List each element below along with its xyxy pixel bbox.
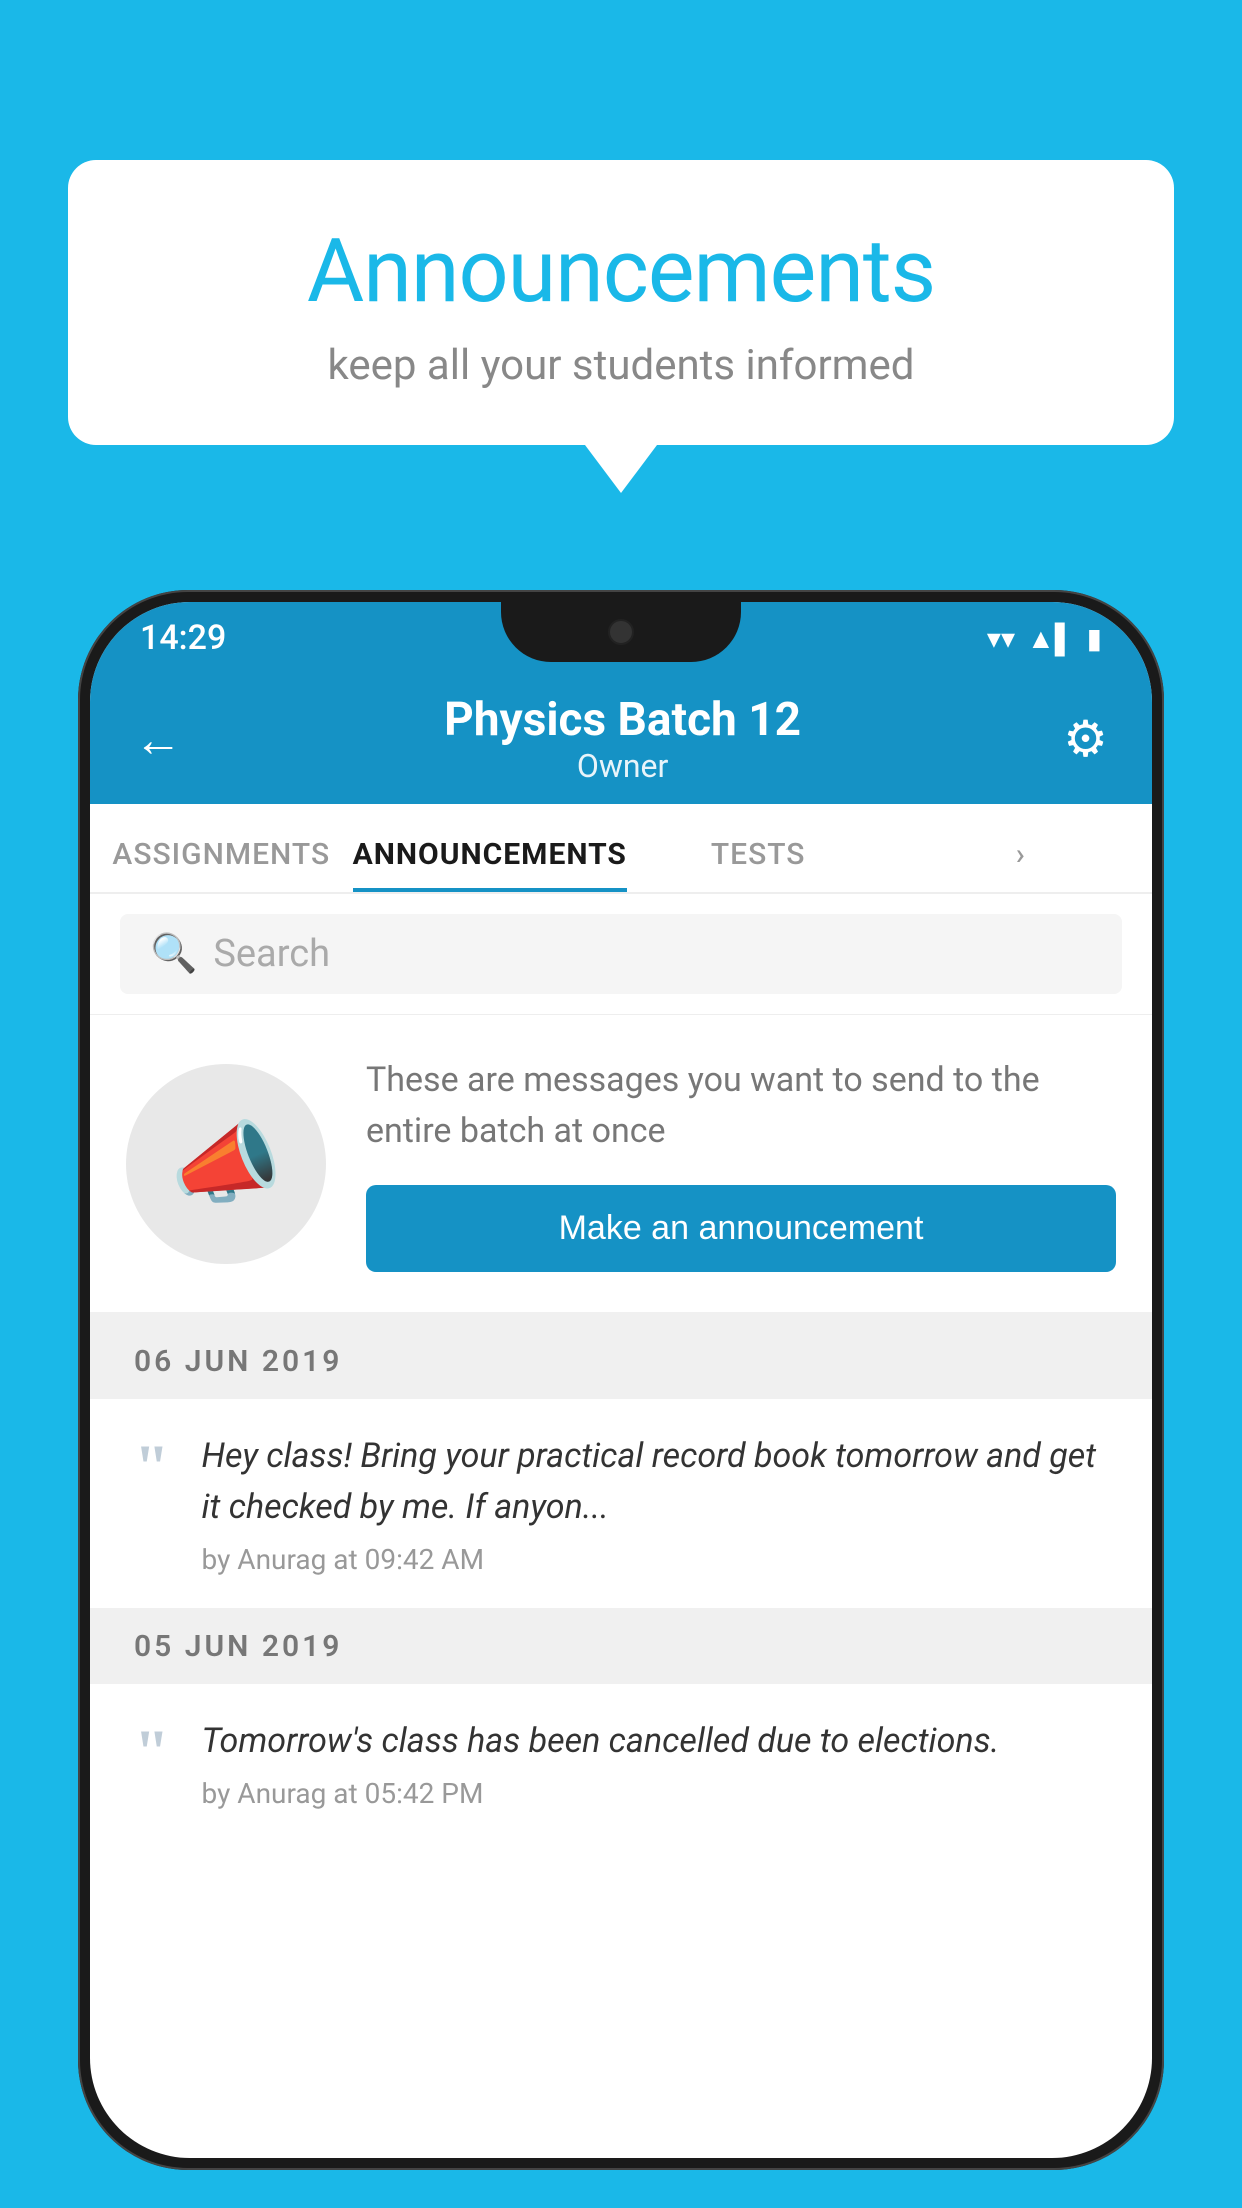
phone-screen: 14:29 ▾▾ ▲▌ ▮ ← Physics Batch 12 Owner ⚙	[90, 602, 1152, 2158]
search-placeholder: Search	[213, 932, 330, 976]
bubble-arrow	[585, 445, 657, 493]
prompt-content: These are messages you want to send to t…	[366, 1055, 1116, 1272]
announcement-content-1: Hey class! Bring your practical record b…	[202, 1431, 1108, 1576]
announcement-meta-1: by Anurag at 09:42 AM	[202, 1543, 1108, 1576]
announcement-content-2: Tomorrow's class has been cancelled due …	[202, 1716, 1108, 1810]
bubble-title: Announcements	[148, 220, 1094, 323]
front-camera	[608, 619, 634, 645]
search-bar[interactable]: 🔍 Search	[120, 914, 1122, 994]
announcement-meta-2: by Anurag at 05:42 PM	[202, 1777, 1108, 1810]
header-center: Physics Batch 12 Owner	[182, 693, 1063, 785]
quote-icon-1: "	[134, 1435, 170, 1499]
date-header-2: 05 JUN 2019	[90, 1609, 1152, 1684]
wifi-icon: ▾▾	[987, 622, 1015, 655]
user-role: Owner	[182, 747, 1063, 785]
announcement-text-1: Hey class! Bring your practical record b…	[202, 1431, 1108, 1533]
prompt-description: These are messages you want to send to t…	[366, 1055, 1116, 1157]
back-button[interactable]: ←	[134, 711, 182, 768]
tabs-bar: ASSIGNMENTS ANNOUNCEMENTS TESTS ›	[90, 804, 1152, 894]
search-bar-section: 🔍 Search	[90, 894, 1152, 1015]
bubble-subtitle: keep all your students informed	[148, 341, 1094, 390]
battery-icon: ▮	[1087, 622, 1102, 655]
tab-assignments[interactable]: ASSIGNMENTS	[90, 837, 353, 892]
megaphone-icon: 📣	[170, 1111, 282, 1216]
status-time: 14:29	[140, 618, 226, 658]
tab-announcements[interactable]: ANNOUNCEMENTS	[353, 837, 627, 892]
status-icons: ▾▾ ▲▌ ▮	[987, 622, 1102, 655]
phone-body: 14:29 ▾▾ ▲▌ ▮ ← Physics Batch 12 Owner ⚙	[78, 590, 1164, 2170]
signal-icon: ▲▌	[1027, 622, 1075, 655]
quote-icon-2: "	[134, 1720, 170, 1784]
date-header-1: 06 JUN 2019	[90, 1324, 1152, 1399]
announcement-item-2[interactable]: " Tomorrow's class has been cancelled du…	[90, 1684, 1152, 1842]
megaphone-circle: 📣	[126, 1064, 326, 1264]
make-announcement-button[interactable]: Make an announcement	[366, 1185, 1116, 1272]
app-header: ← Physics Batch 12 Owner ⚙	[90, 674, 1152, 804]
tab-tests[interactable]: TESTS	[627, 837, 890, 892]
batch-name: Physics Batch 12	[182, 693, 1063, 747]
tab-more[interactable]: ›	[889, 837, 1152, 892]
settings-icon[interactable]: ⚙	[1063, 710, 1108, 769]
phone-notch	[501, 602, 741, 662]
speech-bubble-section: Announcements keep all your students inf…	[68, 160, 1174, 493]
phone-mockup: 14:29 ▾▾ ▲▌ ▮ ← Physics Batch 12 Owner ⚙	[78, 590, 1164, 2170]
search-icon: 🔍	[150, 932, 197, 976]
announcement-text-2: Tomorrow's class has been cancelled due …	[202, 1716, 1108, 1767]
speech-bubble: Announcements keep all your students inf…	[68, 160, 1174, 445]
announcement-item-1[interactable]: " Hey class! Bring your practical record…	[90, 1399, 1152, 1609]
announcement-prompt: 📣 These are messages you want to send to…	[90, 1015, 1152, 1324]
